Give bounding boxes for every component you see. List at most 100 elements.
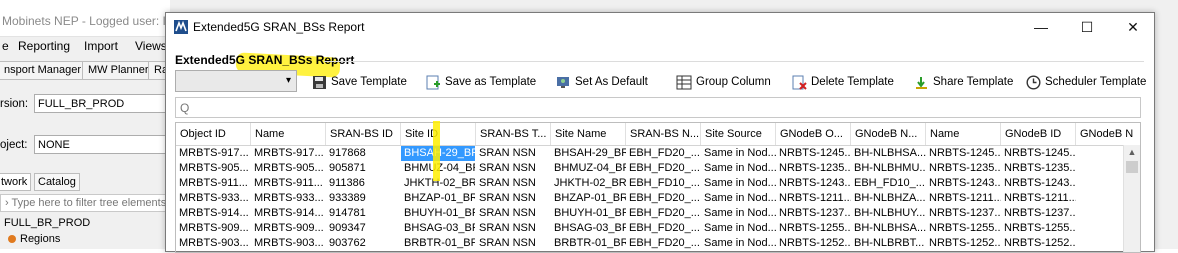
- table-cell[interactable]: BHMUZ-04_BR: [551, 161, 626, 176]
- table-cell[interactable]: 905871: [326, 161, 401, 176]
- table-cell[interactable]: BH-NLBHMU...: [851, 161, 926, 176]
- table-cell[interactable]: NRBTS-1237...: [776, 206, 851, 221]
- table-cell[interactable]: MRBTS-914...: [176, 206, 251, 221]
- column-header[interactable]: Site Name: [551, 123, 626, 145]
- table-cell[interactable]: BHUYH-01_BR: [401, 206, 475, 221]
- table-cell[interactable]: Same in Nod...: [701, 191, 776, 206]
- table-cell[interactable]: Same in Nod...: [701, 176, 776, 191]
- table-cell[interactable]: NRBTS-1243...: [926, 176, 1001, 191]
- table-cell[interactable]: 933389: [326, 191, 401, 206]
- table-cell[interactable]: BHSAG-03_BR: [401, 221, 475, 236]
- table-cell[interactable]: MRBTS-905...: [251, 161, 326, 176]
- table-cell[interactable]: SRAN NSN: [476, 191, 551, 206]
- table-row[interactable]: MRBTS-905...MRBTS-905...905871BHMUZ-04_B…: [176, 161, 1140, 176]
- window-titlebar[interactable]: Extended5G SRAN_BSs Report — ☐ ✕: [166, 13, 1154, 41]
- table-cell[interactable]: SRAN NSN: [476, 146, 551, 161]
- subtab-network[interactable]: twork: [0, 173, 32, 191]
- menu-item-e[interactable]: e: [2, 39, 9, 53]
- column-header[interactable]: GNodeB N...: [851, 123, 926, 145]
- scheduler-template-button[interactable]: Scheduler Template: [1026, 72, 1146, 92]
- column-header[interactable]: Site Source: [701, 123, 776, 145]
- table-cell[interactable]: NRBTS-1237...: [1001, 206, 1076, 221]
- table-cell[interactable]: MRBTS-917...: [176, 146, 251, 161]
- table-cell[interactable]: NRBTS-1255...: [1001, 221, 1076, 236]
- table-cell[interactable]: EBH_FD20_...: [626, 161, 701, 176]
- menu-item-views[interactable]: Views: [135, 39, 167, 53]
- scrollbar-thumb[interactable]: [1126, 161, 1138, 173]
- table-cell[interactable]: SRAN NSN: [476, 161, 551, 176]
- table-row[interactable]: MRBTS-911... MRBTS-911... 911386 JHKTH-02_B…: [176, 176, 1140, 191]
- column-header[interactable]: SRAN-BS T...: [476, 123, 551, 145]
- tab-mw-planner[interactable]: MW Planner: [82, 61, 155, 80]
- table-cell[interactable]: BHZAP-01_BR: [401, 191, 475, 206]
- vertical-scrollbar[interactable]: ▲: [1123, 145, 1140, 252]
- project-field[interactable]: NONE: [34, 135, 170, 154]
- table-cell[interactable]: NRBTS-1211...: [1001, 191, 1076, 206]
- table-cell[interactable]: NRBTS-1243...: [776, 176, 851, 191]
- table-cell[interactable]: NRBTS-1235...: [926, 161, 1001, 176]
- share-template-button[interactable]: Share Template: [914, 72, 1013, 92]
- table-cell[interactable]: MRBTS-909...: [251, 221, 326, 236]
- table-cell[interactable]: BHUYH-01_BR: [551, 206, 626, 221]
- save-template-button[interactable]: Save Template: [312, 72, 407, 92]
- table-cell[interactable]: MRBTS-911...: [251, 176, 326, 191]
- group-column-button[interactable]: Group Column: [676, 72, 771, 92]
- table-cell[interactable]: NRBTS-1237...: [926, 206, 1001, 221]
- table-cell[interactable]: MRBTS-909...: [176, 221, 251, 236]
- table-cell[interactable]: BH-NLBHSA...: [851, 146, 926, 161]
- column-header[interactable]: GNodeB N: [1076, 123, 1140, 145]
- scroll-up-arrow-icon[interactable]: ▲: [1124, 147, 1140, 157]
- search-input[interactable]: Q: [175, 97, 1141, 118]
- table-cell[interactable]: MRBTS-933...: [251, 191, 326, 206]
- tree-item-root[interactable]: FULL_BR_PROD: [4, 217, 90, 229]
- column-header[interactable]: Object ID: [176, 123, 251, 145]
- table-cell[interactable]: EBH_FD20_...: [626, 146, 701, 161]
- table-cell[interactable]: 917868: [326, 146, 401, 161]
- table-cell[interactable]: BHZAP-01_BR: [551, 191, 626, 206]
- template-dropdown[interactable]: ▾: [175, 70, 297, 92]
- column-header[interactable]: Name: [251, 123, 326, 145]
- table-cell[interactable]: SRAN NSN: [476, 221, 551, 236]
- table-cell[interactable]: SRAN NSN: [476, 206, 551, 221]
- table-cell[interactable]: NRBTS-1255...: [776, 221, 851, 236]
- table-cell[interactable]: NRBTS-1235...: [776, 161, 851, 176]
- table-cell[interactable]: NRBTS-1255...: [926, 221, 1001, 236]
- table-cell[interactable]: NRBTS-1235...: [1001, 161, 1076, 176]
- table-cell[interactable]: MRBTS-914...: [251, 206, 326, 221]
- table-cell[interactable]: EBH_FD20_...: [626, 191, 701, 206]
- version-field[interactable]: FULL_BR_PROD: [34, 94, 170, 113]
- tree-item-regions[interactable]: Regions: [8, 233, 60, 245]
- tab-transport-manager[interactable]: nsport Manager: [0, 61, 88, 80]
- table-cell[interactable]: BH-NLBHUY...: [851, 206, 926, 221]
- table-cell[interactable]: JHKTH-02_BR: [551, 176, 626, 191]
- maximize-button[interactable]: ☐: [1064, 13, 1110, 41]
- table-cell[interactable]: NRBTS-1243...: [1001, 176, 1076, 191]
- table-cell[interactable]: EBH_FD20_...: [626, 206, 701, 221]
- table-cell[interactable]: 914781: [326, 206, 401, 221]
- table-cell[interactable]: SRAN NSN: [476, 176, 551, 191]
- tree-filter-input[interactable]: › Type here to filter tree elements: [0, 194, 170, 212]
- close-button[interactable]: ✕: [1110, 13, 1156, 41]
- table-row[interactable]: MRBTS-933... MRBTS-933... 933389 BHZAP-01_B…: [176, 191, 1140, 206]
- table-cell[interactable]: MRBTS-911...: [176, 176, 251, 191]
- table-cell[interactable]: NRBTS-1245...: [926, 146, 1001, 161]
- subtab-catalog[interactable]: Catalog: [34, 173, 80, 191]
- save-as-template-button[interactable]: Save as Template: [426, 72, 536, 92]
- menu-item-reporting[interactable]: Reporting: [18, 39, 70, 53]
- table-cell[interactable]: EBH_FD10_...: [851, 176, 926, 191]
- table-cell[interactable]: MRBTS-933...: [176, 191, 251, 206]
- table-cell[interactable]: NRBTS-1211...: [776, 191, 851, 206]
- table-cell[interactable]: NRBTS-1211...: [926, 191, 1001, 206]
- column-header[interactable]: GNodeB ID: [1001, 123, 1076, 145]
- table-cell[interactable]: 909347: [326, 221, 401, 236]
- column-header[interactable]: GNodeB O...: [776, 123, 851, 145]
- table-row[interactable]: MRBTS-914... MRBTS-914... 914781 BHUYH-01_B…: [176, 206, 1140, 221]
- table-cell[interactable]: BHSAH-29_BR: [551, 146, 626, 161]
- table-cell[interactable]: EBH_FD20_...: [626, 221, 701, 236]
- menu-item-import[interactable]: Import: [84, 39, 118, 53]
- table-row[interactable]: MRBTS-909... MRBTS-909... 909347 BHSAG-03_B…: [176, 221, 1140, 236]
- table-cell[interactable]: BH-NLBHZA...: [851, 191, 926, 206]
- column-header[interactable]: SRAN-BS ID: [326, 123, 401, 145]
- table-cell[interactable]: NRBTS-1245...: [1001, 146, 1076, 161]
- column-header[interactable]: Name: [926, 123, 1001, 145]
